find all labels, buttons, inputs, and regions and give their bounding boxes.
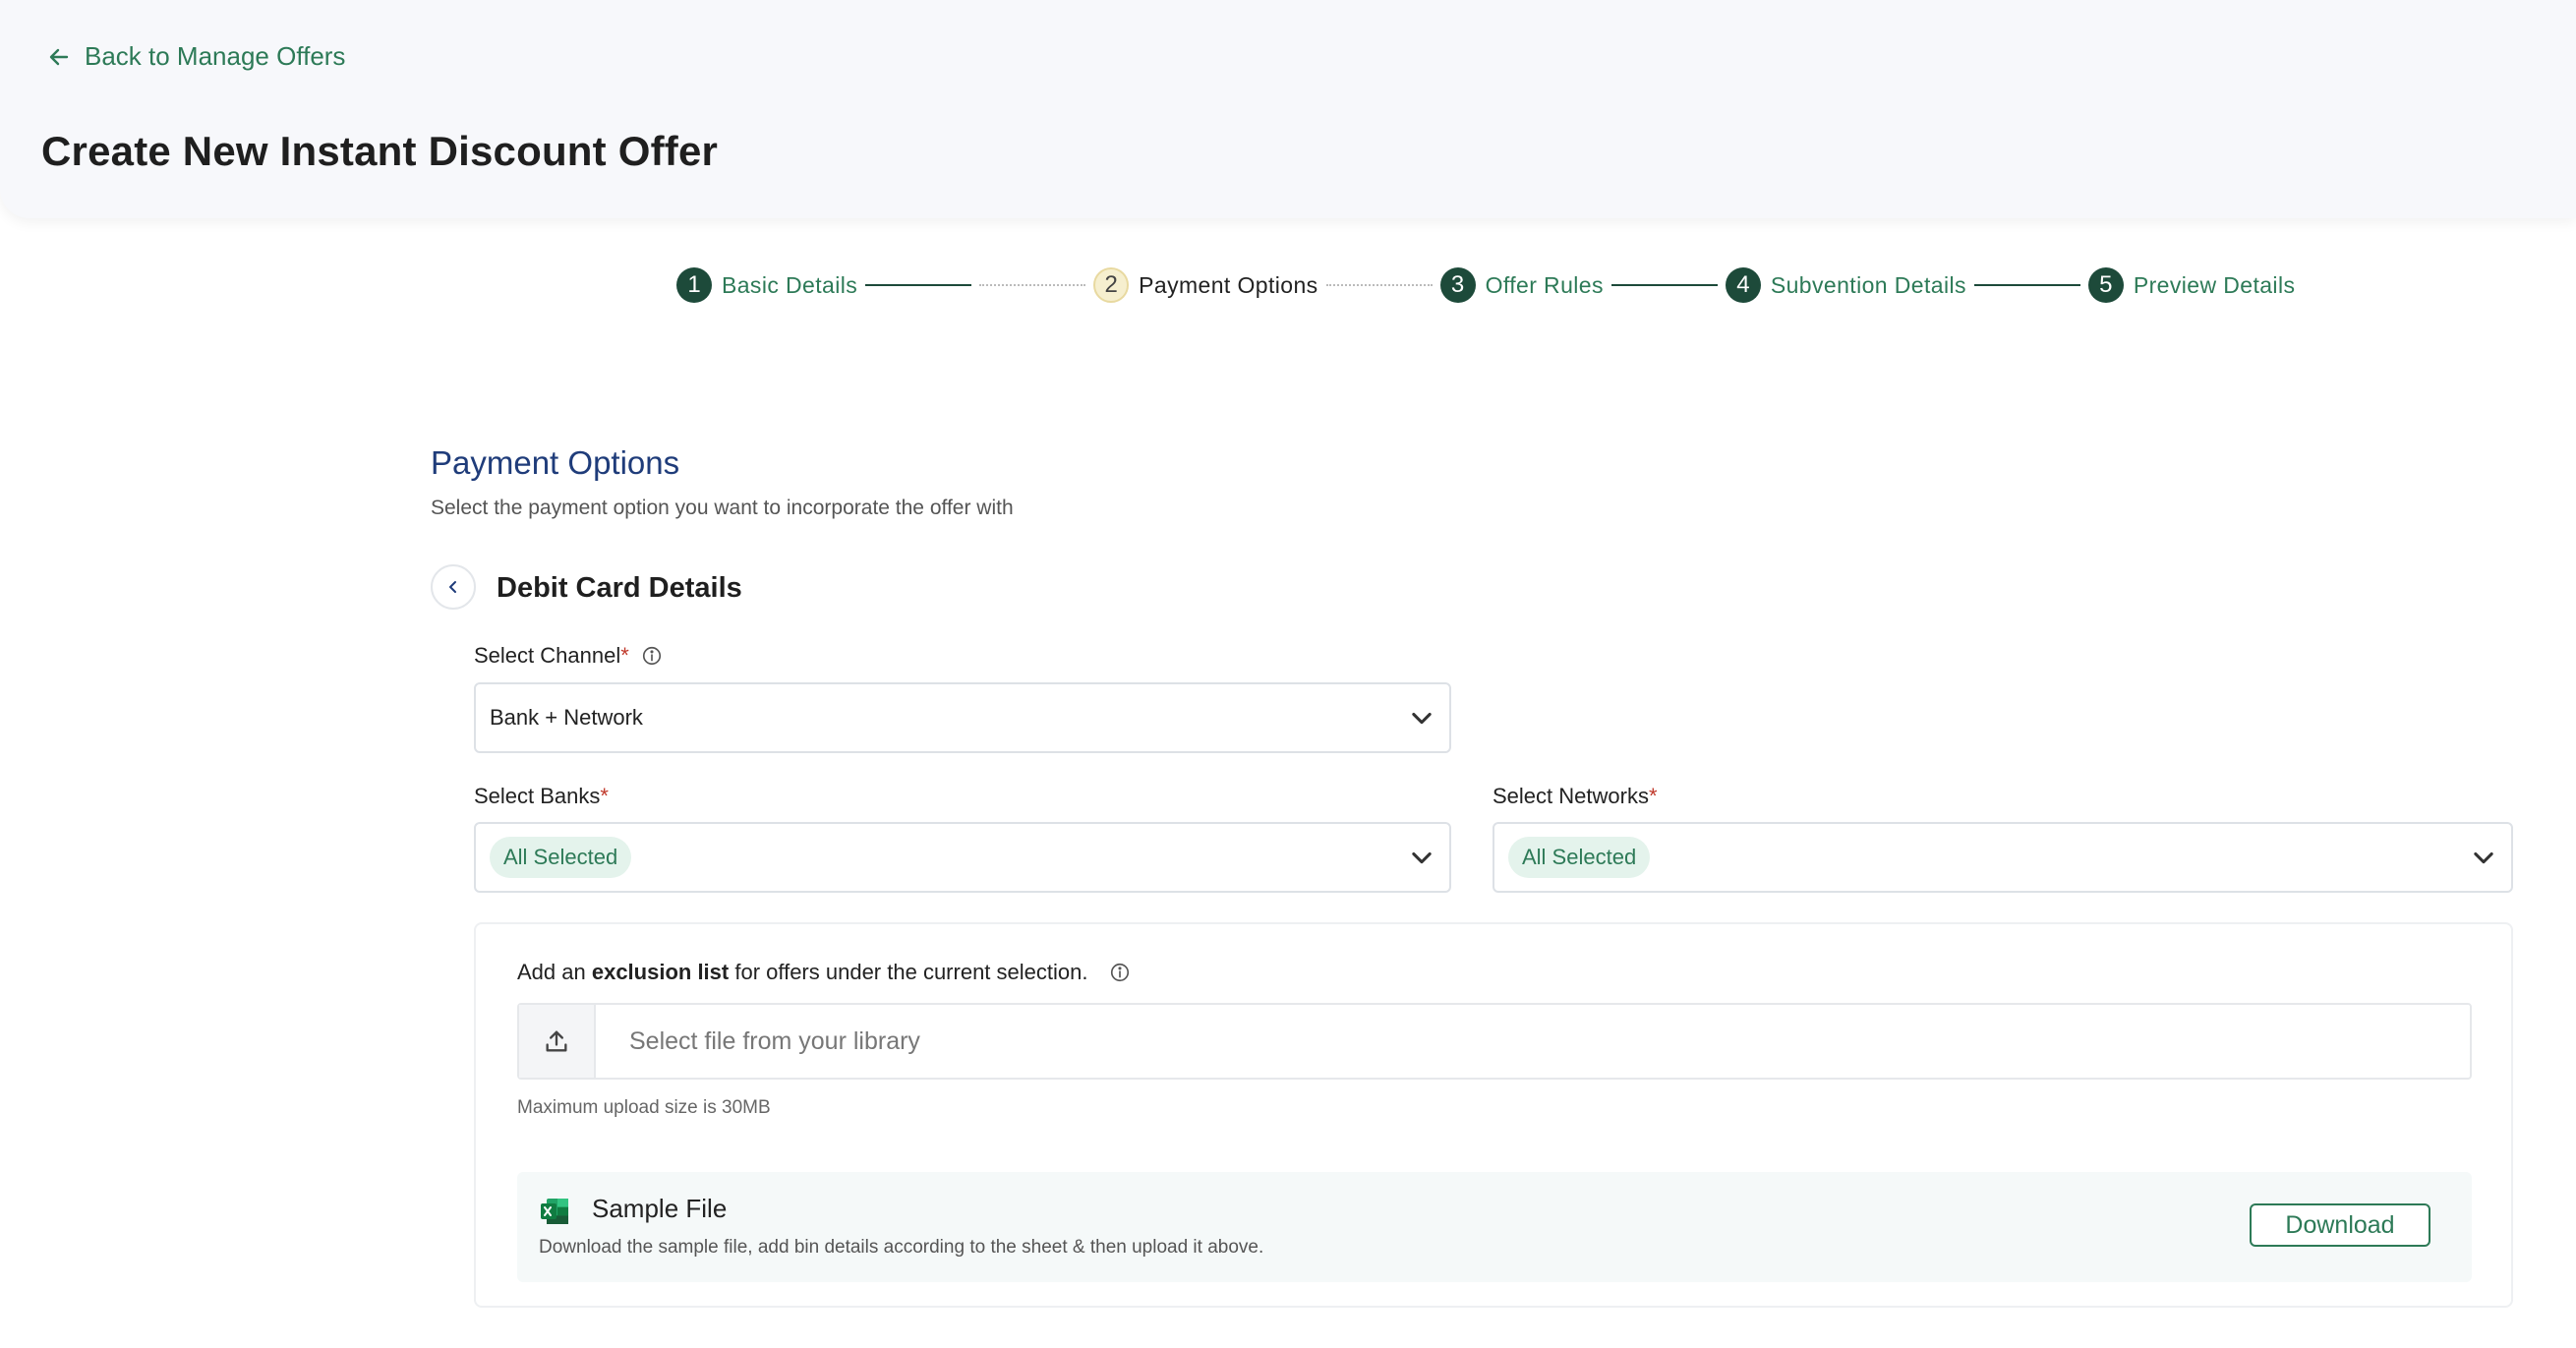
step-label: Preview Details: [2133, 271, 2296, 298]
networks-label: Select Networks *: [1493, 784, 1658, 809]
step-connector: [1973, 284, 2080, 286]
step-connector: [865, 284, 972, 286]
step-label: Basic Details: [722, 271, 858, 298]
step-preview-details[interactable]: 5 Preview Details: [2087, 267, 2296, 303]
progress-stepper: 1 Basic Details 2 Payment Options 3 Offe…: [676, 265, 2295, 305]
banks-select[interactable]: All Selected: [474, 822, 1451, 893]
info-icon[interactable]: [641, 645, 663, 667]
upload-icon: [546, 1030, 567, 1052]
required-asterisk: *: [600, 784, 609, 808]
step-subvention-details[interactable]: 4 Subvention Details: [1725, 267, 1966, 303]
file-upload-input[interactable]: Select file from your library: [517, 1003, 2472, 1080]
exclusion-description: Add an exclusion list for offers under t…: [517, 960, 1131, 985]
step-number: 4: [1725, 267, 1761, 303]
step-connector-dotted: [979, 284, 1086, 286]
upload-button[interactable]: [519, 1005, 596, 1078]
required-asterisk: *: [620, 643, 629, 668]
all-selected-chip: All Selected: [490, 837, 632, 878]
back-link-label: Back to Manage Offers: [85, 41, 346, 71]
chevron-down-icon: [1412, 851, 1432, 864]
sample-file-title: Sample File: [592, 1194, 728, 1223]
step-number: 3: [1439, 267, 1476, 303]
sample-file-description: Download the sample file, add bin detail…: [539, 1237, 1264, 1258]
section-subtitle: Select the payment option you want to in…: [431, 497, 1014, 519]
step-connector: [1610, 284, 1718, 286]
page-title: Create New Instant Discount Offer: [41, 128, 719, 174]
step-number: 5: [2087, 267, 2124, 303]
step-payment-options[interactable]: 2 Payment Options: [1093, 267, 1317, 303]
chevron-down-icon: [2474, 851, 2493, 864]
excel-file-icon: [541, 1199, 568, 1224]
exclusion-text-suffix: for offers under the current selection.: [729, 960, 1088, 984]
info-icon[interactable]: [1109, 962, 1131, 983]
channel-select[interactable]: Bank + Network: [474, 682, 1451, 753]
exclusion-text-prefix: Add an: [517, 960, 592, 984]
upload-size-hint: Maximum upload size is 30MB: [517, 1097, 771, 1118]
banks-label: Select Banks *: [474, 784, 609, 809]
channel-label-text: Select Channel: [474, 643, 621, 668]
channel-select-value: Bank + Network: [490, 705, 643, 730]
arrow-left-icon: [49, 48, 69, 65]
download-button[interactable]: Download: [2250, 1203, 2430, 1247]
step-basic-details[interactable]: 1 Basic Details: [676, 267, 857, 303]
collapse-button[interactable]: [431, 564, 476, 610]
section-title: Payment Options: [431, 444, 680, 481]
step-number: 2: [1093, 267, 1130, 303]
chevron-left-icon: [449, 581, 456, 593]
networks-label-text: Select Networks: [1493, 784, 1649, 808]
sample-file-box: Sample File Download the sample file, ad…: [517, 1172, 2472, 1282]
banks-label-text: Select Banks: [474, 784, 601, 808]
channel-label: Select Channel *: [474, 643, 663, 669]
required-asterisk: *: [1648, 784, 1658, 808]
step-label: Payment Options: [1139, 271, 1318, 298]
step-offer-rules[interactable]: 3 Offer Rules: [1439, 267, 1604, 303]
step-connector-dotted: [1325, 284, 1433, 286]
back-to-manage-offers-link[interactable]: Back to Manage Offers: [47, 41, 345, 72]
upload-placeholder: Select file from your library: [629, 1026, 920, 1055]
step-label: Subvention Details: [1770, 271, 1966, 298]
step-label: Offer Rules: [1485, 271, 1604, 298]
all-selected-chip: All Selected: [1508, 837, 1651, 878]
exclusion-text-bold: exclusion list: [591, 960, 730, 984]
step-number: 1: [676, 267, 712, 303]
networks-select[interactable]: All Selected: [1493, 822, 2513, 893]
exclusion-list-panel: Add an exclusion list for offers under t…: [474, 922, 2513, 1308]
chevron-down-icon: [1412, 712, 1432, 725]
page-header: Back to Manage Offers Create New Instant…: [0, 0, 2576, 218]
card-title: Debit Card Details: [497, 572, 742, 604]
